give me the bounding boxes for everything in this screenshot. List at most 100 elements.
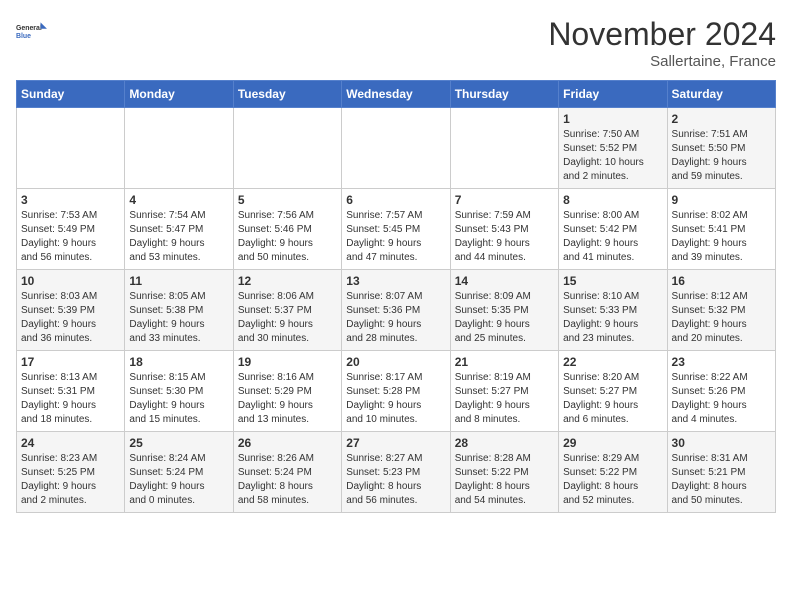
day-number: 6: [346, 193, 445, 207]
day-cell: 18 Sunrise: 8:15 AM Sunset: 5:30 PM Dayli…: [125, 351, 233, 432]
day-cell: 30 Sunrise: 8:31 AM Sunset: 5:21 PM Dayli…: [667, 432, 775, 513]
day-info: Sunrise: 8:09 AM Sunset: 5:35 PM Dayligh…: [455, 290, 554, 346]
day-info: Sunrise: 7:56 AM Sunset: 5:46 PM Dayligh…: [238, 209, 337, 265]
svg-text:General: General: [16, 25, 42, 32]
day-cell: 12 Sunrise: 8:06 AM Sunset: 5:37 PM Dayli…: [233, 270, 341, 351]
month-title: November 2024: [548, 16, 776, 53]
weekday-header-friday: Friday: [559, 81, 667, 108]
day-cell: 3Sunrise: 7:53 AM Sunset: 5:49 PM Daylig…: [17, 189, 125, 270]
calendar-table: SundayMondayTuesdayWednesdayThursdayFrid…: [16, 80, 776, 513]
day-cell: 16Sunrise: 8:12 AM Sunset: 5:32 PM Dayli…: [667, 270, 775, 351]
day-info: Sunrise: 8:13 AM Sunset: 5:31 PM Dayligh…: [21, 371, 120, 427]
day-number: 17: [21, 355, 120, 369]
day-number: 29: [563, 436, 662, 450]
header-area: General Blue November 2024 Sallertaine, …: [16, 16, 776, 70]
day-cell: [450, 108, 558, 189]
day-cell: 13 Sunrise: 8:07 AM Sunset: 5:36 PM Dayli…: [342, 270, 450, 351]
day-number: 20: [346, 355, 445, 369]
weekday-header-row: SundayMondayTuesdayWednesdayThursdayFrid…: [17, 81, 776, 108]
day-info: Sunrise: 7:57 AM Sunset: 5:45 PM Dayligh…: [346, 209, 445, 265]
day-cell: 11 Sunrise: 8:05 AM Sunset: 5:38 PM Dayli…: [125, 270, 233, 351]
day-cell: 7 Sunrise: 7:59 AM Sunset: 5:43 PM Daylig…: [450, 189, 558, 270]
day-cell: 23 Sunrise: 8:22 AM Sunset: 5:26 PM Dayli…: [667, 351, 775, 432]
day-number: 28: [455, 436, 554, 450]
day-info: Sunrise: 7:53 AM Sunset: 5:49 PM Dayligh…: [21, 209, 120, 265]
day-info: Sunrise: 8:05 AM Sunset: 5:38 PM Dayligh…: [129, 290, 228, 346]
day-number: 11: [129, 274, 228, 288]
day-cell: 22 Sunrise: 8:20 AM Sunset: 5:27 PM Dayli…: [559, 351, 667, 432]
day-info: Sunrise: 8:27 AM Sunset: 5:23 PM Dayligh…: [346, 452, 445, 508]
day-info: Sunrise: 8:31 AM Sunset: 5:21 PM Dayligh…: [672, 452, 771, 508]
day-cell: 17 Sunrise: 8:13 AM Sunset: 5:31 PM Dayli…: [17, 351, 125, 432]
day-number: 7: [455, 193, 554, 207]
day-number: 13: [346, 274, 445, 288]
week-row-2: 3Sunrise: 7:53 AM Sunset: 5:49 PM Daylig…: [17, 189, 776, 270]
weekday-header-sunday: Sunday: [17, 81, 125, 108]
day-number: 30: [672, 436, 771, 450]
day-number: 19: [238, 355, 337, 369]
day-cell: 10 Sunrise: 8:03 AM Sunset: 5:39 PM Dayli…: [17, 270, 125, 351]
day-info: Sunrise: 8:23 AM Sunset: 5:25 PM Dayligh…: [21, 452, 120, 508]
day-number: 4: [129, 193, 228, 207]
day-cell: 25Sunrise: 8:24 AM Sunset: 5:24 PM Dayli…: [125, 432, 233, 513]
location-title: Sallertaine, France: [548, 53, 776, 70]
day-number: 25: [129, 436, 228, 450]
day-info: Sunrise: 7:51 AM Sunset: 5:50 PM Dayligh…: [672, 128, 771, 184]
week-row-1: 1 Sunrise: 7:50 AM Sunset: 5:52 PM Daylig…: [17, 108, 776, 189]
day-info: Sunrise: 8:15 AM Sunset: 5:30 PM Dayligh…: [129, 371, 228, 427]
day-cell: [342, 108, 450, 189]
day-info: Sunrise: 8:19 AM Sunset: 5:27 PM Dayligh…: [455, 371, 554, 427]
day-cell: 15 Sunrise: 8:10 AM Sunset: 5:33 PM Dayli…: [559, 270, 667, 351]
day-number: 8: [563, 193, 662, 207]
day-cell: [125, 108, 233, 189]
title-area: November 2024 Sallertaine, France: [548, 16, 776, 70]
day-number: 18: [129, 355, 228, 369]
svg-text:Blue: Blue: [16, 33, 31, 40]
day-info: Sunrise: 8:06 AM Sunset: 5:37 PM Dayligh…: [238, 290, 337, 346]
day-cell: 26Sunrise: 8:26 AM Sunset: 5:24 PM Dayli…: [233, 432, 341, 513]
day-cell: 24 Sunrise: 8:23 AM Sunset: 5:25 PM Dayli…: [17, 432, 125, 513]
day-info: Sunrise: 8:28 AM Sunset: 5:22 PM Dayligh…: [455, 452, 554, 508]
day-cell: 14Sunrise: 8:09 AM Sunset: 5:35 PM Dayli…: [450, 270, 558, 351]
day-info: Sunrise: 7:50 AM Sunset: 5:52 PM Dayligh…: [563, 128, 662, 184]
day-info: Sunrise: 8:07 AM Sunset: 5:36 PM Dayligh…: [346, 290, 445, 346]
day-cell: [233, 108, 341, 189]
day-number: 27: [346, 436, 445, 450]
day-number: 15: [563, 274, 662, 288]
day-info: Sunrise: 8:02 AM Sunset: 5:41 PM Dayligh…: [672, 209, 771, 265]
day-number: 5: [238, 193, 337, 207]
day-info: Sunrise: 8:16 AM Sunset: 5:29 PM Dayligh…: [238, 371, 337, 427]
week-row-4: 17 Sunrise: 8:13 AM Sunset: 5:31 PM Dayli…: [17, 351, 776, 432]
day-info: Sunrise: 8:20 AM Sunset: 5:27 PM Dayligh…: [563, 371, 662, 427]
day-number: 23: [672, 355, 771, 369]
logo: General Blue: [16, 16, 48, 48]
day-info: Sunrise: 7:54 AM Sunset: 5:47 PM Dayligh…: [129, 209, 228, 265]
weekday-header-saturday: Saturday: [667, 81, 775, 108]
day-info: Sunrise: 7:59 AM Sunset: 5:43 PM Dayligh…: [455, 209, 554, 265]
day-cell: 2 Sunrise: 7:51 AM Sunset: 5:50 PM Daylig…: [667, 108, 775, 189]
day-cell: 5 Sunrise: 7:56 AM Sunset: 5:46 PM Daylig…: [233, 189, 341, 270]
day-number: 22: [563, 355, 662, 369]
day-info: Sunrise: 8:03 AM Sunset: 5:39 PM Dayligh…: [21, 290, 120, 346]
weekday-header-monday: Monday: [125, 81, 233, 108]
day-info: Sunrise: 8:12 AM Sunset: 5:32 PM Dayligh…: [672, 290, 771, 346]
weekday-header-tuesday: Tuesday: [233, 81, 341, 108]
day-cell: 20Sunrise: 8:17 AM Sunset: 5:28 PM Dayli…: [342, 351, 450, 432]
day-number: 12: [238, 274, 337, 288]
day-info: Sunrise: 8:22 AM Sunset: 5:26 PM Dayligh…: [672, 371, 771, 427]
day-number: 2: [672, 112, 771, 126]
day-cell: 28 Sunrise: 8:28 AM Sunset: 5:22 PM Dayli…: [450, 432, 558, 513]
day-cell: 1 Sunrise: 7:50 AM Sunset: 5:52 PM Daylig…: [559, 108, 667, 189]
day-number: 9: [672, 193, 771, 207]
logo-icon: General Blue: [16, 16, 48, 48]
day-cell: 6 Sunrise: 7:57 AM Sunset: 5:45 PM Daylig…: [342, 189, 450, 270]
day-cell: 29Sunrise: 8:29 AM Sunset: 5:22 PM Dayli…: [559, 432, 667, 513]
day-number: 10: [21, 274, 120, 288]
day-info: Sunrise: 8:10 AM Sunset: 5:33 PM Dayligh…: [563, 290, 662, 346]
day-number: 1: [563, 112, 662, 126]
day-cell: [17, 108, 125, 189]
day-number: 26: [238, 436, 337, 450]
day-number: 24: [21, 436, 120, 450]
weekday-header-wednesday: Wednesday: [342, 81, 450, 108]
day-cell: 8Sunrise: 8:00 AM Sunset: 5:42 PM Daylig…: [559, 189, 667, 270]
